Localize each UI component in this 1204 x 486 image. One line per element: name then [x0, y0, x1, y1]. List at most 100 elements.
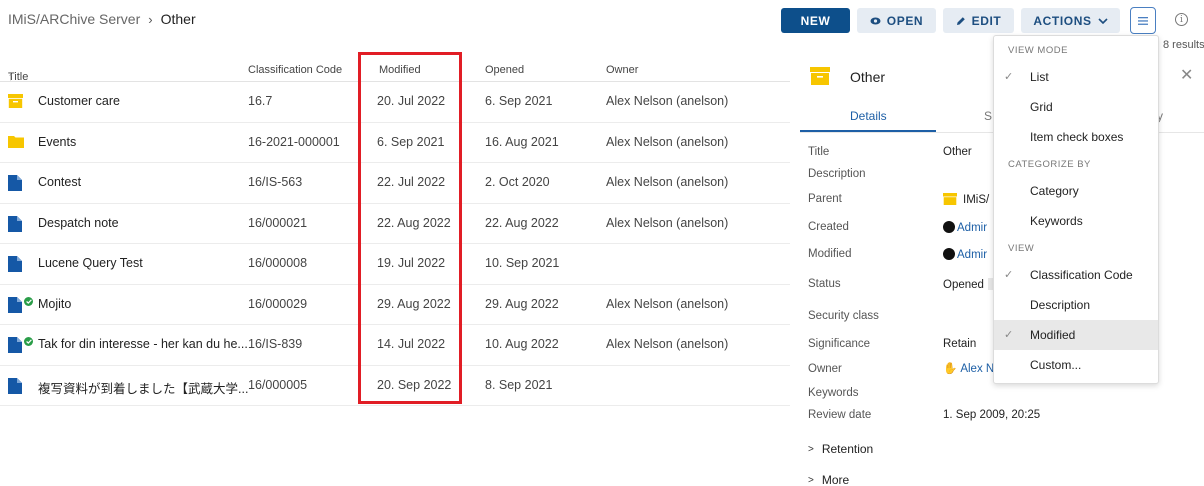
- avatar: [943, 248, 955, 260]
- row-classification-code: 16/IS-563: [248, 175, 303, 189]
- menu-item-list[interactable]: ✓ List: [994, 62, 1158, 92]
- detail-value-parent[interactable]: IMiS/: [943, 193, 989, 206]
- document-icon: [8, 337, 23, 353]
- actions-button-label: ACTIONS: [1033, 13, 1092, 28]
- new-button[interactable]: NEW: [781, 8, 850, 33]
- info-icon[interactable]: i: [1175, 13, 1188, 26]
- menu-header-categorize: CATEGORIZE BY: [1008, 159, 1091, 170]
- breadcrumb-current: Other: [160, 11, 196, 27]
- menu-item-label: Custom...: [1030, 358, 1082, 372]
- menu-item-modified[interactable]: ✓ Modified: [994, 320, 1158, 350]
- detail-value-status: Opened: [943, 278, 994, 291]
- menu-item-label: Modified: [1030, 328, 1076, 342]
- new-button-label: NEW: [800, 13, 831, 28]
- detail-label-review-date: Review date: [808, 409, 872, 421]
- detail-value-modified[interactable]: Admir: [943, 248, 987, 261]
- detail-label-keywords: Keywords: [808, 387, 859, 399]
- row-opened: 2. Oct 2020: [485, 175, 550, 189]
- edit-button[interactable]: EDIT: [943, 8, 1014, 33]
- menu-item-label: Description: [1030, 298, 1091, 312]
- row-title[interactable]: Contest: [38, 175, 81, 189]
- row-title[interactable]: Mojito: [38, 297, 71, 311]
- detail-value-title: Other: [943, 146, 972, 158]
- created-by: Admir: [957, 222, 988, 234]
- column-header-opened[interactable]: Opened: [485, 64, 524, 76]
- detail-label-security-class: Security class: [808, 310, 879, 322]
- view-options-menu: VIEW MODE ✓ List Grid Item check boxes CA…: [993, 35, 1159, 384]
- menu-item-label: Keywords: [1030, 214, 1083, 228]
- menu-item-description[interactable]: Description: [994, 290, 1158, 320]
- column-header-owner[interactable]: Owner: [606, 64, 638, 76]
- row-title[interactable]: 複写資料が到着しました【武蔵大学...: [38, 378, 248, 397]
- menu-item-category[interactable]: Category: [994, 176, 1158, 206]
- box-folder-icon: [8, 94, 23, 109]
- row-title[interactable]: Customer care: [38, 94, 120, 108]
- menu-item-custom[interactable]: Custom...: [994, 350, 1158, 380]
- row-classification-code: 16/000005: [248, 377, 308, 392]
- breadcrumb-root[interactable]: IMiS/ARChive Server: [8, 11, 140, 27]
- detail-label-status: Status: [808, 278, 841, 290]
- box-folder-icon: [943, 193, 957, 205]
- retention-label: Retention: [821, 442, 874, 456]
- row-owner: Alex Nelson (anelson): [606, 94, 729, 108]
- retention-expander[interactable]: > Retention: [808, 442, 873, 456]
- actions-button[interactable]: ACTIONS: [1021, 8, 1120, 33]
- parent-name: IMiS/: [963, 194, 990, 206]
- modified-column-highlight: [358, 52, 462, 404]
- more-expander[interactable]: > More: [808, 473, 849, 486]
- detail-value-owner[interactable]: ✋ Alex N: [943, 361, 994, 375]
- edit-button-label: EDIT: [971, 13, 1002, 28]
- row-classification-code: 16/000021: [248, 215, 308, 230]
- menu-item-grid[interactable]: Grid: [994, 92, 1158, 122]
- menu-item-check-boxes[interactable]: Item check boxes: [994, 122, 1158, 152]
- document-icon: [8, 377, 23, 394]
- detail-label-owner: Owner: [808, 363, 842, 375]
- detail-label-created: Created: [808, 221, 849, 233]
- avatar: [943, 221, 955, 233]
- row-owner: Alex Nelson (anelson): [606, 215, 729, 230]
- chevron-right-icon: ›: [148, 11, 153, 27]
- list-icon: [1138, 16, 1148, 25]
- row-classification-code: 16/000008: [248, 256, 308, 270]
- row-opened: 29. Aug 2022: [485, 296, 559, 311]
- row-classification-code: 16/000029: [248, 296, 308, 311]
- row-opened: 10. Aug 2022: [485, 337, 559, 351]
- open-button-label: OPEN: [886, 13, 924, 28]
- more-label: More: [821, 473, 850, 486]
- row-title[interactable]: Despatch note: [38, 216, 119, 230]
- tab-second[interactable]: S: [984, 109, 992, 123]
- detail-label-modified: Modified: [808, 248, 852, 260]
- column-header-code[interactable]: Classification Code: [248, 64, 342, 76]
- detail-value-created[interactable]: Admir: [943, 221, 987, 234]
- row-title[interactable]: Events: [38, 135, 76, 149]
- breadcrumb: IMiS/ARChive Server › Other: [8, 11, 196, 27]
- owner-name: Alex N: [960, 363, 995, 375]
- check-icon: ✓: [1004, 71, 1014, 83]
- menu-header-view-mode: VIEW MODE: [1008, 45, 1068, 56]
- tab-details[interactable]: Details: [850, 109, 887, 123]
- close-icon[interactable]: ✕: [1180, 65, 1193, 85]
- menu-item-label: Category: [1030, 184, 1079, 198]
- owner-avatar-icon: ✋: [943, 363, 958, 375]
- toolbar: NEW OPEN EDIT ACTIONS: [781, 7, 1156, 34]
- document-icon: [8, 256, 23, 272]
- status-text: Opened: [943, 279, 984, 291]
- menu-item-label: Classification Code: [1030, 268, 1133, 282]
- view-options-button[interactable]: [1130, 7, 1156, 34]
- menu-item-keywords[interactable]: Keywords: [994, 206, 1158, 236]
- row-opened: 22. Aug 2022: [485, 215, 559, 230]
- row-opened: 10. Sep 2021: [485, 256, 560, 270]
- menu-item-label: Grid: [1030, 100, 1053, 114]
- row-owner: Alex Nelson (anelson): [606, 134, 729, 149]
- detail-label-significance: Significance: [808, 338, 871, 350]
- detail-label-title: Title: [808, 146, 830, 158]
- document-icon: [8, 175, 23, 191]
- row-classification-code: 16/IS-839: [248, 337, 303, 351]
- eye-icon: [870, 17, 881, 24]
- row-title[interactable]: Lucene Query Test: [38, 256, 143, 270]
- check-icon: [24, 296, 33, 306]
- row-title[interactable]: Tak for din interesse - her kan du he...: [38, 337, 248, 351]
- menu-item-classification-code[interactable]: ✓ Classification Code: [994, 260, 1158, 290]
- check-icon: ✓: [1004, 269, 1014, 281]
- open-button[interactable]: OPEN: [857, 8, 936, 33]
